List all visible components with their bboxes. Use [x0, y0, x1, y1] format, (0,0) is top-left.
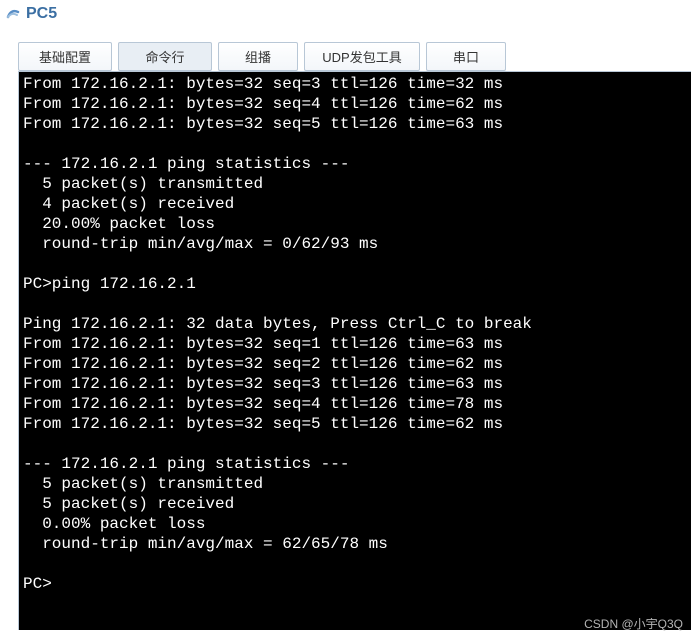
- terminal-output[interactable]: From 172.16.2.1: bytes=32 seq=3 ttl=126 …: [19, 72, 691, 630]
- tab-basic-config[interactable]: 基础配置: [18, 42, 112, 71]
- terminal-frame: From 172.16.2.1: bytes=32 seq=3 ttl=126 …: [18, 71, 691, 630]
- tab-multicast[interactable]: 组播: [218, 42, 298, 71]
- tab-serial[interactable]: 串口: [426, 42, 506, 71]
- app-icon: [4, 5, 22, 23]
- tab-bar: 基础配置 命令行 组播 UDP发包工具 串口: [18, 42, 691, 71]
- window-title: PC5: [26, 5, 57, 23]
- tab-command-line[interactable]: 命令行: [118, 42, 212, 71]
- tab-udp-tool[interactable]: UDP发包工具: [304, 42, 420, 71]
- window-titlebar: PC5: [0, 0, 691, 28]
